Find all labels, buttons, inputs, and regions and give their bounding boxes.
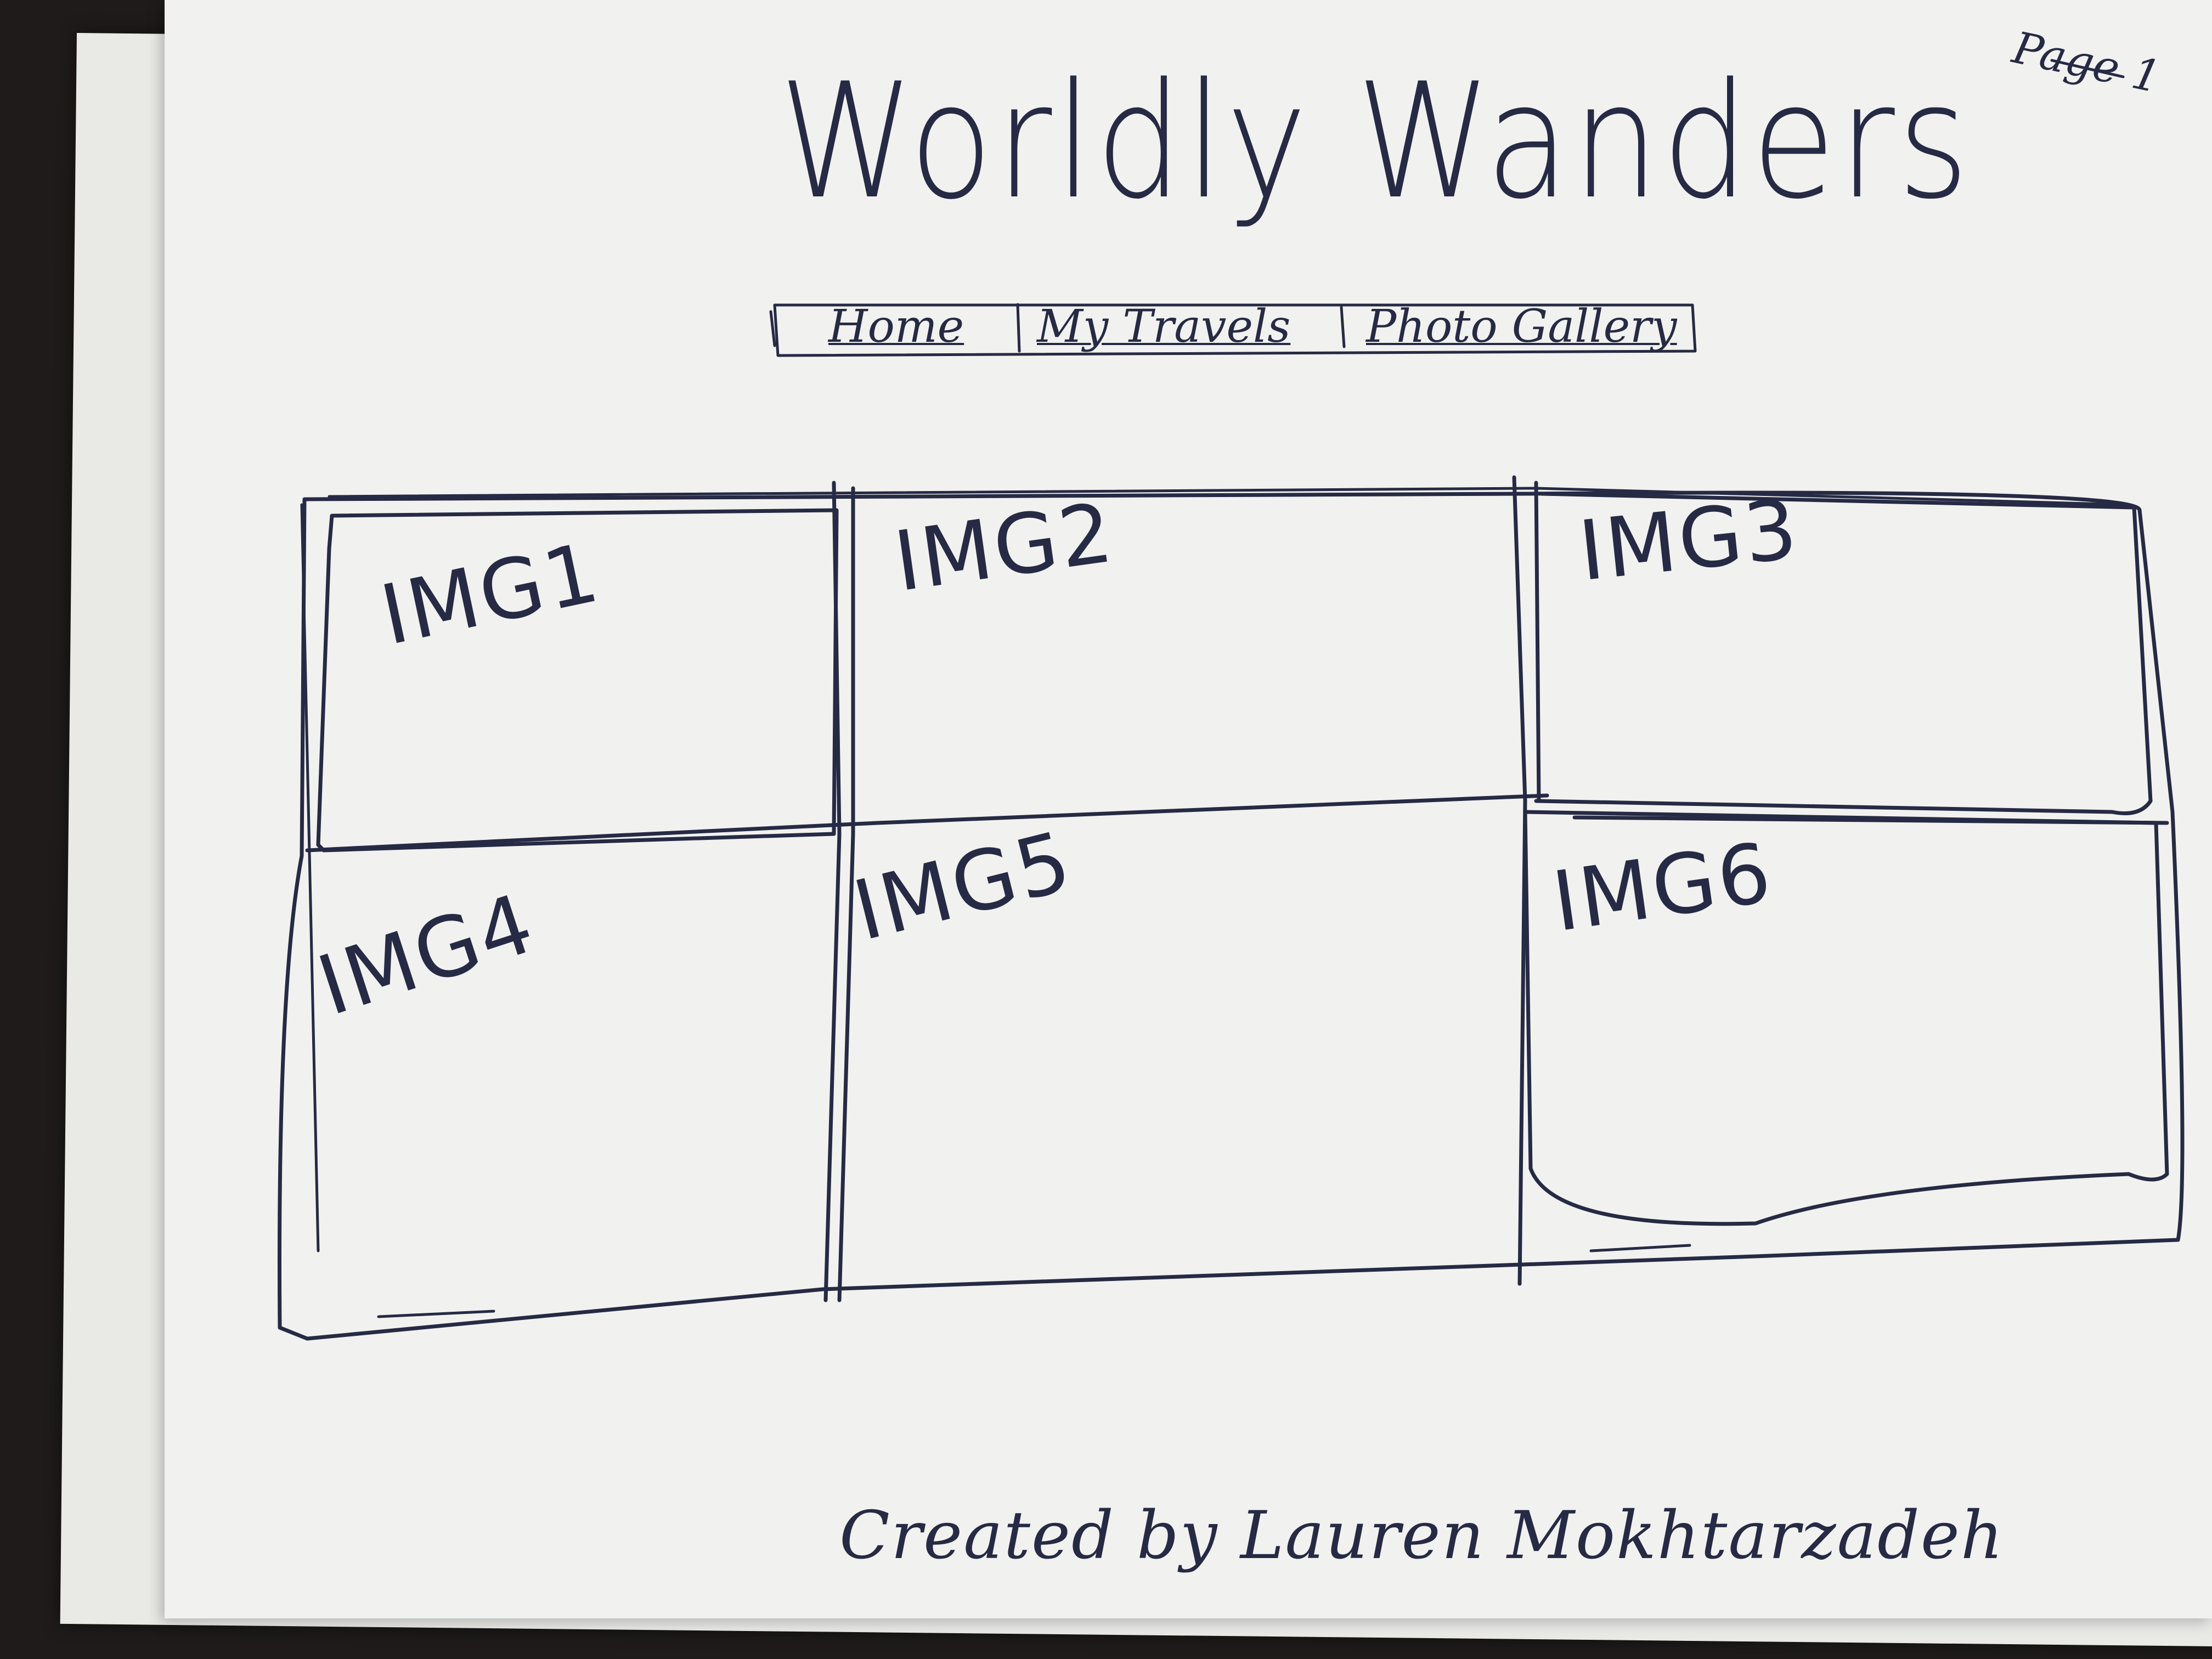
left-edge-stroke <box>300 503 320 1252</box>
site-title: Worldly Wanders <box>779 49 1972 234</box>
nav-item-my-travels[interactable]: My Travels <box>1037 301 1290 353</box>
column-divider-1 <box>823 481 842 1302</box>
nav-divider-1 <box>1016 303 1021 353</box>
bottom-tick-2 <box>1589 1244 1691 1252</box>
column-divider-1b <box>837 486 855 1302</box>
column-divider-2 <box>1512 475 1527 1286</box>
footer-credit: Created by Lauren Mokhtarzadeh <box>839 1498 2005 1574</box>
column-divider-2b <box>1534 481 1541 803</box>
wireframe-sketch <box>278 59 2185 1341</box>
nav-divider-2 <box>1340 306 1346 348</box>
nav-item-home[interactable]: Home <box>828 301 964 353</box>
bottom-tick-1 <box>377 1310 495 1318</box>
nav-item-photo-gallery[interactable]: Photo Gallery <box>1366 301 1677 353</box>
